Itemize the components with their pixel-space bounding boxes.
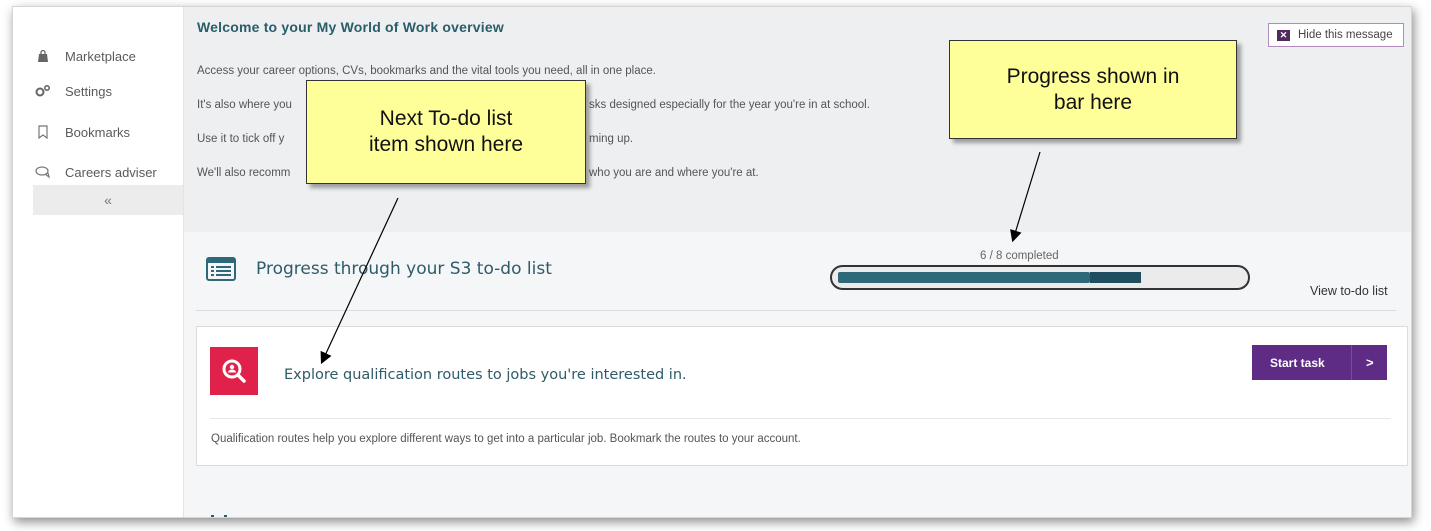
callout-line: Progress shown in bbox=[1006, 64, 1180, 88]
todo-callout-arrow bbox=[320, 197, 399, 365]
todo-callout: Next To-do list item shown here bbox=[306, 80, 586, 184]
callout-line: item shown here bbox=[368, 133, 524, 156]
callout-line: Next To-do list bbox=[379, 107, 513, 130]
callout-line: bar here bbox=[1053, 90, 1133, 114]
progress-callout-arrow bbox=[1010, 151, 1041, 243]
progress-callout: Progress shown in bar here bbox=[949, 40, 1237, 139]
